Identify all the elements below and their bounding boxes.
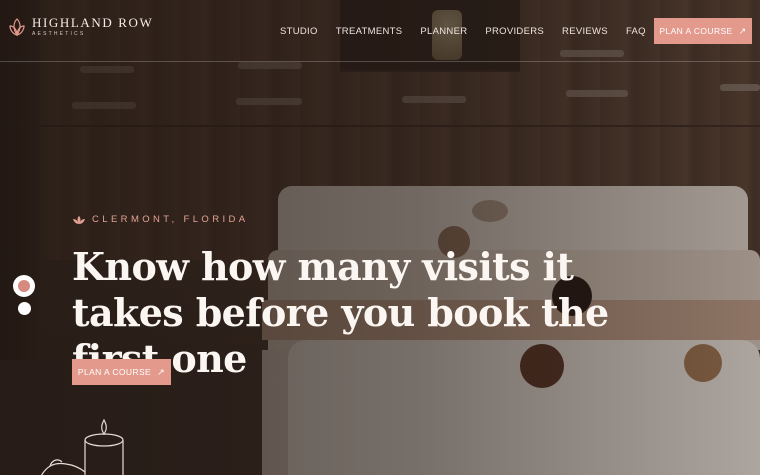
site-header: HIGHLAND ROW AESTHETICS STUDIO TREATMENT…: [0, 0, 760, 62]
slider-dot-active[interactable]: [13, 275, 35, 297]
plan-course-header-button[interactable]: PLAN A COURSE ↗: [654, 18, 752, 44]
brand-logo[interactable]: HIGHLAND ROW AESTHETICS: [8, 16, 153, 38]
arrow-up-right-icon: ↗: [738, 25, 747, 36]
plan-course-header-label: PLAN A COURSE: [659, 26, 733, 36]
candle-outline-icon: [41, 418, 124, 475]
location-text: CLERMONT, FLORIDA: [92, 214, 249, 225]
nav-item-planner[interactable]: PLANNER: [420, 26, 467, 37]
plan-course-hero-button[interactable]: PLAN A COURSE ↗: [72, 359, 171, 385]
brand-tagline: AESTHETICS: [32, 31, 86, 37]
plan-course-hero-label: PLAN A COURSE: [77, 367, 152, 377]
lotus-icon: [73, 215, 85, 224]
location-eyebrow: CLERMONT, FLORIDA: [72, 214, 249, 225]
nav-item-reviews[interactable]: REVIEWS: [562, 26, 608, 37]
nav-item-treatments[interactable]: TREATMENTS: [336, 26, 403, 37]
nav-item-studio[interactable]: STUDIO: [280, 26, 318, 37]
slider-dot[interactable]: [18, 302, 31, 315]
lotus-logo-icon: [9, 18, 25, 37]
arrow-up-right-icon: ↗: [157, 366, 166, 377]
hero-overlay: [0, 0, 760, 475]
hero-section: HIGHLAND ROW AESTHETICS STUDIO TREATMENT…: [0, 0, 760, 475]
nav-item-providers[interactable]: PROVIDERS: [485, 26, 544, 37]
brand-name: HIGHLAND ROW: [32, 15, 154, 30]
main-nav: STUDIO TREATMENTS PLANNER PROVIDERS REVI…: [280, 26, 664, 37]
nav-item-faq[interactable]: FAQ: [626, 26, 646, 37]
